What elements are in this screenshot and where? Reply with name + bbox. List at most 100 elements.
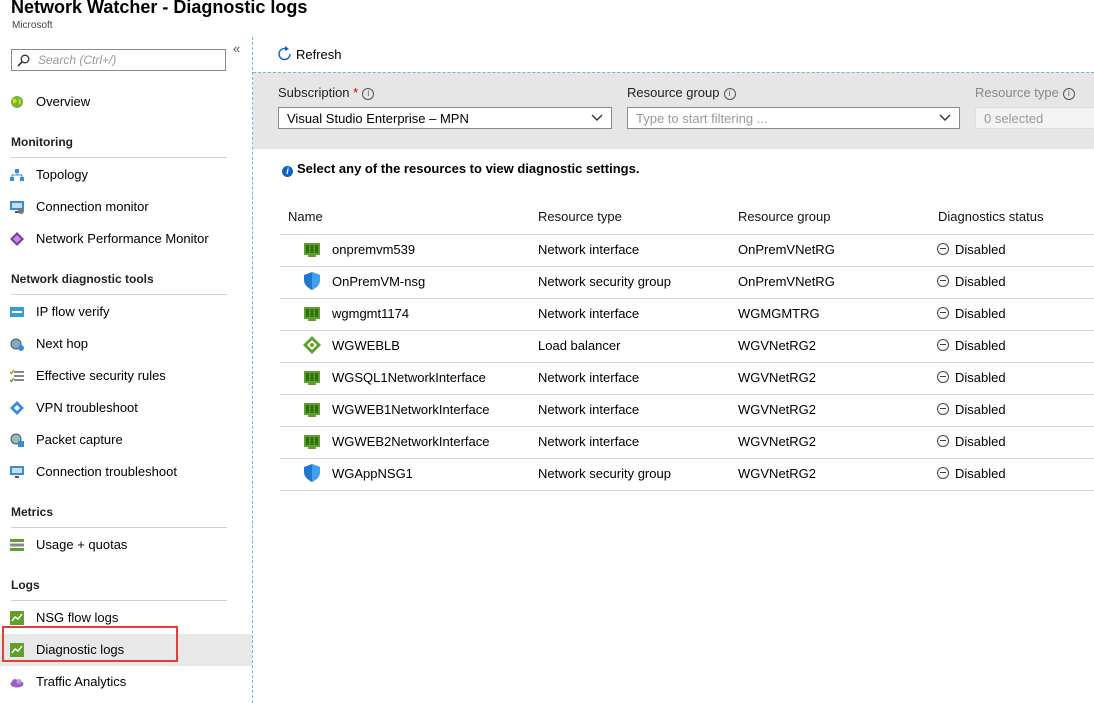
column-header-resource-group[interactable]: Resource group	[738, 209, 831, 224]
sidebar-item-connection-troubleshoot[interactable]: Connection troubleshoot	[0, 456, 252, 488]
table-row[interactable]: WGSQL1NetworkInterface Network interface W…	[280, 363, 1094, 395]
resource-group-label-text: Resource group	[627, 85, 720, 100]
nsg-shield-icon	[303, 272, 321, 290]
section-header-metrics: Metrics	[11, 505, 54, 519]
sidebar-item-label: IP flow verify	[36, 304, 110, 319]
table-row[interactable]: wgmgmt1174 Network interface WGMGMTRG Disab…	[280, 299, 1094, 331]
table-row[interactable]: WGAppNSG1 Network security group WGVNetRG2…	[280, 459, 1094, 491]
row-name[interactable]: WGAppNSG1	[332, 466, 413, 481]
sidebar-item-label: VPN troubleshoot	[36, 400, 138, 415]
resource-group-placeholder: Type to start filtering ...	[636, 111, 768, 126]
table-row[interactable]: OnPremVM-nsg Network security group OnPrem…	[280, 267, 1094, 299]
column-header-diagnostics-status[interactable]: Diagnostics status	[938, 209, 1044, 224]
disabled-status-icon	[937, 307, 949, 319]
section-header-logs: Logs	[11, 578, 40, 592]
row-name[interactable]: WGWEB1NetworkInterface	[332, 402, 490, 417]
sidebar-item-label: Usage + quotas	[36, 537, 128, 552]
row-status: Disabled	[937, 370, 1006, 385]
row-resource-type: Network security group	[538, 466, 671, 481]
nic-icon	[303, 240, 321, 258]
usage-icon	[10, 539, 24, 551]
sidebar-item-connection-monitor[interactable]: Connection monitor	[0, 191, 252, 223]
row-status-text: Disabled	[955, 306, 1006, 321]
sidebar-item-label: Diagnostic logs	[36, 642, 125, 657]
row-status-text: Disabled	[955, 242, 1006, 257]
resource-type-label: Resource type i	[975, 85, 1075, 100]
disabled-status-icon	[937, 435, 949, 447]
row-status-text: Disabled	[955, 274, 1006, 289]
sidebar-item-next-hop[interactable]: Next hop	[0, 328, 252, 360]
resource-type-dropdown: 0 selected	[975, 107, 1094, 129]
main-content: Refresh Subscription * i Visual Studio En…	[253, 37, 1094, 703]
table-row[interactable]: onpremvm539 Network interface OnPremVNetRG…	[280, 235, 1094, 267]
sidebar-item-label: Network Performance Monitor	[36, 231, 209, 246]
section-header-monitoring: Monitoring	[11, 135, 73, 149]
rules-list-icon	[10, 369, 24, 383]
row-resource-type: Network interface	[538, 402, 640, 417]
refresh-icon	[278, 46, 291, 61]
row-name[interactable]: WGWEB2NetworkInterface	[332, 434, 490, 449]
search-input[interactable]	[38, 52, 218, 68]
sidebar-item-ip-flow-verify[interactable]: IP flow verify	[0, 296, 252, 328]
resources-table: Name Resource type Resource group Diagno…	[280, 198, 1094, 491]
sidebar-item-usage-quotas[interactable]: Usage + quotas	[0, 529, 252, 561]
required-marker: *	[353, 85, 359, 100]
sidebar-item-traffic-analytics[interactable]: Traffic Analytics	[0, 666, 252, 698]
divider	[11, 294, 227, 295]
column-header-name[interactable]: Name	[288, 209, 323, 224]
column-header-resource-type[interactable]: Resource type	[538, 209, 622, 224]
row-resource-group: OnPremVNetRG	[738, 242, 835, 257]
page-header: Network Watcher - Diagnostic logs Micros…	[0, 0, 1094, 37]
cloud-icon	[10, 679, 24, 688]
row-status-text: Disabled	[955, 434, 1006, 449]
info-icon: i	[1062, 88, 1075, 100]
table-row[interactable]: WGWEBLB Load balancer WGVNetRG2 Disabled	[280, 331, 1094, 363]
sidebar-item-label: Traffic Analytics	[36, 674, 127, 689]
nsg-shield-icon	[303, 464, 321, 482]
disabled-status-icon	[937, 339, 949, 351]
sidebar-item-label: Connection troubleshoot	[36, 464, 177, 479]
row-resource-group: WGVNetRG2	[738, 434, 817, 449]
row-name[interactable]: onpremvm539	[332, 242, 415, 257]
row-name[interactable]: wgmgmt1174	[332, 306, 409, 321]
resource-type-label-text: Resource type	[975, 85, 1059, 100]
sidebar-item-label: Packet capture	[36, 432, 123, 447]
divider	[11, 527, 227, 528]
sidebar-item-packet-capture[interactable]: Packet capture	[0, 424, 252, 456]
sidebar-item-topology[interactable]: Topology	[0, 159, 252, 191]
row-status: Disabled	[937, 274, 1006, 289]
sidebar-item-network-performance-monitor[interactable]: Network Performance Monitor	[0, 223, 252, 255]
sidebar-item-label: NSG flow logs	[36, 610, 119, 625]
row-resource-group: WGVNetRG2	[738, 402, 817, 417]
log-icon	[10, 643, 24, 657]
table-row[interactable]: WGWEB1NetworkInterface Network interface W…	[280, 395, 1094, 427]
row-status-text: Disabled	[955, 370, 1006, 385]
row-name[interactable]: OnPremVM-nsg	[332, 274, 425, 289]
sidebar-item-vpn-troubleshoot[interactable]: VPN troubleshoot	[0, 392, 252, 424]
refresh-button[interactable]: Refresh	[277, 46, 342, 62]
chevron-down-icon	[939, 114, 951, 121]
sidebar-item-overview[interactable]: Overview	[0, 86, 252, 118]
sidebar-search[interactable]	[11, 49, 226, 71]
subscription-dropdown[interactable]: Visual Studio Enterprise – MPN	[278, 107, 612, 129]
chevron-down-icon	[591, 114, 603, 121]
info-icon: i	[282, 166, 293, 177]
collapse-sidebar-button[interactable]: «	[233, 41, 240, 56]
row-resource-type: Network interface	[538, 434, 640, 449]
row-status: Disabled	[937, 242, 1006, 257]
row-status: Disabled	[937, 402, 1006, 417]
sidebar-item-diagnostic-logs[interactable]: Diagnostic logs	[0, 634, 252, 666]
sidebar-item-effective-security-rules[interactable]: Effective security rules	[0, 360, 252, 392]
sidebar-item-nsg-flow-logs[interactable]: NSG flow logs	[0, 602, 252, 634]
row-name[interactable]: WGWEBLB	[332, 338, 400, 353]
resource-group-dropdown[interactable]: Type to start filtering ...	[627, 107, 960, 129]
row-status-text: Disabled	[955, 402, 1006, 417]
info-icon: i	[362, 88, 375, 100]
load-balancer-icon	[303, 336, 321, 354]
row-name[interactable]: WGSQL1NetworkInterface	[332, 370, 486, 385]
table-row[interactable]: WGWEB2NetworkInterface Network interface W…	[280, 427, 1094, 459]
row-resource-type: Network interface	[538, 370, 640, 385]
packet-capture-icon	[10, 433, 24, 447]
subscription-value: Visual Studio Enterprise – MPN	[287, 111, 469, 126]
sidebar-item-label: Overview	[36, 94, 91, 109]
